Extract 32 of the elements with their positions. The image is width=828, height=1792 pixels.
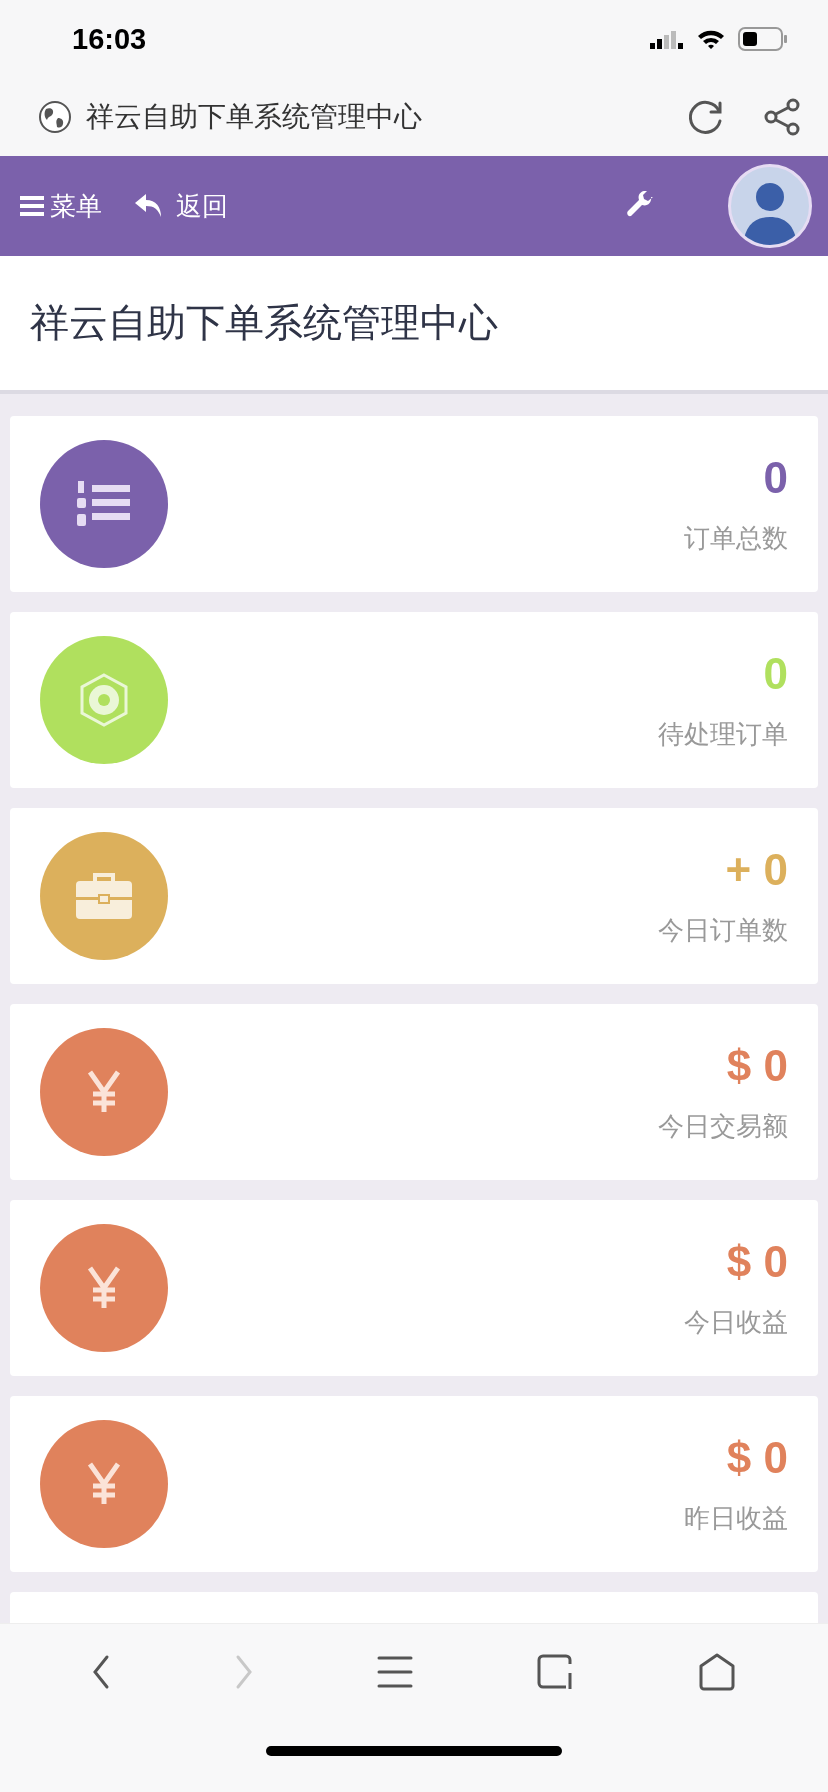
reply-arrow-icon <box>134 193 164 219</box>
briefcase-icon <box>75 871 133 921</box>
stat-value: $ 0 <box>726 1040 788 1091</box>
yen-icon <box>87 1266 121 1310</box>
hexagon-emblem-icon <box>79 673 129 727</box>
menu-icon[interactable] <box>377 1654 413 1690</box>
page-title: 祥云自助下单系统管理中心 <box>86 99 423 135</box>
signal-icon <box>650 29 684 49</box>
stat-value: 0 <box>763 648 788 699</box>
numbered-list-icon <box>76 479 132 529</box>
stat-label: 今日订单数 <box>658 913 788 947</box>
stat-label: 昨日收益 <box>684 1501 788 1535</box>
tabs-icon[interactable] <box>535 1653 574 1691</box>
wifi-icon <box>696 28 726 50</box>
status-time: 16:03 <box>72 22 147 56</box>
stat-label: 订单总数 <box>684 521 788 555</box>
stat-label: 待处理订单 <box>658 717 788 751</box>
menu-icon <box>20 195 44 217</box>
yen-icon <box>87 1462 121 1506</box>
globe-icon <box>38 100 72 134</box>
stat-value: $ 0 <box>726 1432 788 1483</box>
back-button[interactable]: 返回 <box>134 188 228 224</box>
stat-label: 今日收益 <box>684 1305 788 1339</box>
stat-value: + 0 <box>725 844 788 895</box>
menu-button[interactable]: 菜单 <box>20 188 102 224</box>
stat-value: $ 0 <box>726 1236 788 1287</box>
share-icon[interactable] <box>762 97 802 137</box>
battery-icon <box>738 27 788 51</box>
stat-label: 今日交易额 <box>658 1109 788 1143</box>
yen-icon <box>87 1070 121 1114</box>
stat-value: 0 <box>763 452 788 503</box>
page-heading: 祥云自助下单系统管理中心 <box>30 299 498 347</box>
